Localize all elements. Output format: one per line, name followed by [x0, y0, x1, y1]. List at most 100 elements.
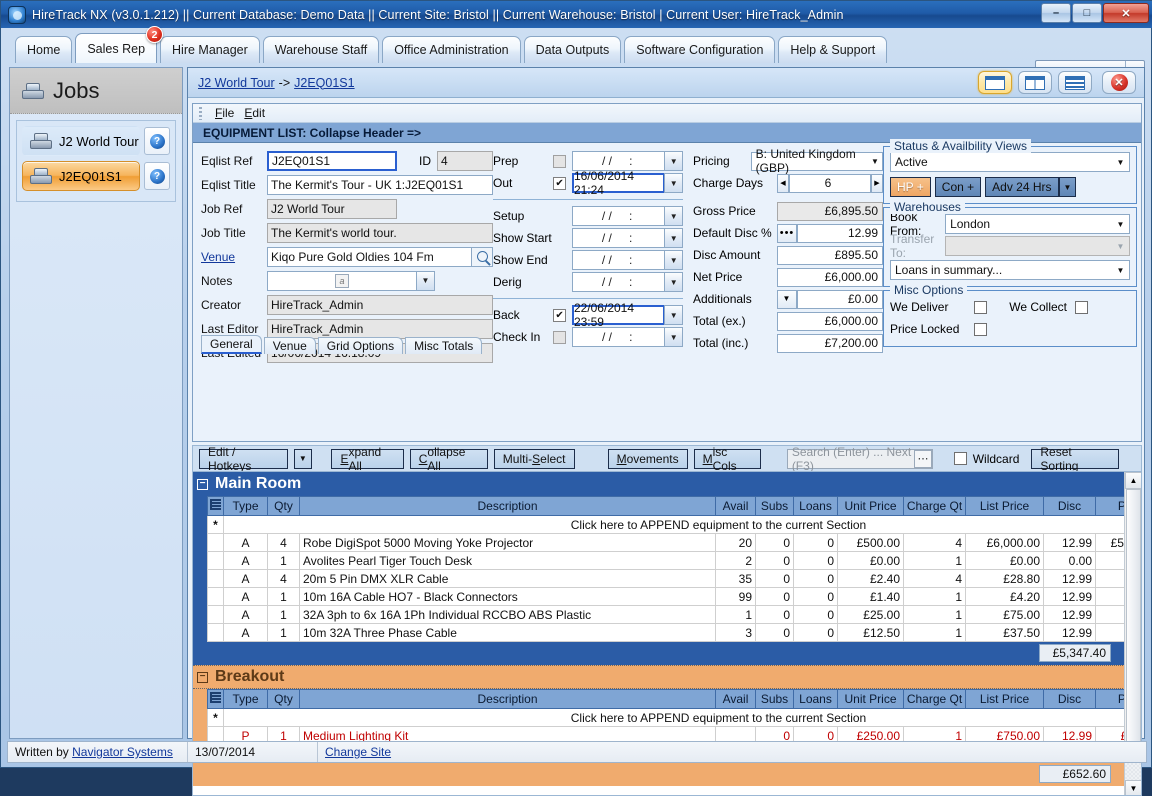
- cell-subs[interactable]: 0: [756, 606, 794, 624]
- ribbon-tab-home[interactable]: Home: [15, 36, 72, 63]
- ribbon-tab-hire-manager[interactable]: Hire Manager: [160, 36, 260, 63]
- cell-type[interactable]: A: [224, 570, 268, 588]
- table-row[interactable]: A132A 3ph to 6x 16A 1Ph Individual RCCBO…: [208, 606, 1143, 624]
- cell-disc[interactable]: 12.99: [1044, 588, 1096, 606]
- cell-description[interactable]: Avolites Pearl Tiger Touch Desk: [300, 552, 716, 570]
- navigator-systems-link[interactable]: Navigator Systems: [72, 745, 173, 759]
- cell-charge-qt[interactable]: 1: [904, 552, 966, 570]
- date-field-setup[interactable]: / /:: [572, 206, 666, 226]
- price-value-additionals[interactable]: £0.00: [797, 290, 883, 309]
- additionals-dropdown[interactable]: ▼: [777, 290, 797, 309]
- table-row[interactable]: A1Avolites Pearl Tiger Touch Desk200£0.0…: [208, 552, 1143, 570]
- cell-avail[interactable]: 2: [716, 552, 756, 570]
- row-selector-header[interactable]: [208, 497, 224, 516]
- cell-description[interactable]: Robe DigiSpot 5000 Moving Yoke Projector: [300, 534, 716, 552]
- date-field-show-start[interactable]: / /:: [572, 228, 666, 248]
- collapse-section-icon[interactable]: −: [197, 672, 208, 683]
- collapse-all-button[interactable]: Collapse All: [410, 449, 488, 469]
- date-field-check-in[interactable]: / /:: [572, 327, 665, 347]
- price-value-total-ex-[interactable]: £6,000.00: [777, 312, 883, 331]
- breadcrumb-current[interactable]: J2EQ01S1: [294, 76, 354, 90]
- price-value-disc-amount[interactable]: £895.50: [777, 246, 883, 265]
- cell-type[interactable]: A: [224, 588, 268, 606]
- scroll-thumb[interactable]: [1126, 489, 1141, 749]
- row-selector[interactable]: [208, 624, 224, 642]
- column-header-subs[interactable]: Subs: [756, 690, 794, 709]
- cell-subs[interactable]: 0: [756, 534, 794, 552]
- sidebar-help-button[interactable]: ?: [144, 162, 170, 190]
- column-header-unit-price[interactable]: Unit Price: [838, 690, 904, 709]
- cell-unit-price[interactable]: £500.00: [838, 534, 904, 552]
- date-picker-dropdown[interactable]: ▼: [664, 151, 683, 171]
- grid-menu-icon[interactable]: [210, 499, 221, 510]
- date-field-back[interactable]: 22/06/2014 23:59: [572, 305, 666, 325]
- date-picker-dropdown[interactable]: ▼: [664, 250, 683, 270]
- cell-list-price[interactable]: £75.00: [966, 606, 1044, 624]
- charge-days-increment[interactable]: ▶: [871, 174, 883, 193]
- cell-type[interactable]: A: [224, 534, 268, 552]
- minimize-button[interactable]: –: [1041, 3, 1071, 23]
- cell-qty[interactable]: 4: [268, 534, 300, 552]
- date-field-prep[interactable]: / /:: [572, 151, 665, 171]
- column-header-subs[interactable]: Subs: [756, 497, 794, 516]
- column-header-charge-qt[interactable]: Charge Qt: [904, 497, 966, 516]
- notes-dropdown[interactable]: ▼: [416, 271, 435, 291]
- cell-avail[interactable]: 3: [716, 624, 756, 642]
- book-from-select[interactable]: London ▼: [945, 214, 1130, 234]
- sidebar-item-j2eq01s1[interactable]: J2EQ01S1: [22, 161, 140, 191]
- column-header-avail[interactable]: Avail: [716, 690, 756, 709]
- cell-subs[interactable]: 0: [756, 624, 794, 642]
- section-header-breakout[interactable]: −Breakout: [193, 665, 1141, 689]
- cell-qty[interactable]: 4: [268, 570, 300, 588]
- cell-avail[interactable]: 1: [716, 606, 756, 624]
- venue-search-button[interactable]: [471, 247, 493, 267]
- section-header-main-room[interactable]: −Main Room: [193, 472, 1141, 496]
- close-window-button[interactable]: ✕: [1103, 3, 1149, 23]
- cell-charge-qt[interactable]: 4: [904, 570, 966, 588]
- form-subtab-misc-totals[interactable]: Misc Totals: [405, 337, 482, 354]
- date-checkbox-back[interactable]: ✔: [553, 309, 566, 322]
- table-row[interactable]: A4Robe DigiSpot 5000 Moving Yoke Project…: [208, 534, 1143, 552]
- maximize-button[interactable]: □: [1072, 3, 1102, 23]
- charge-days-decrement[interactable]: ◀: [777, 174, 789, 193]
- date-picker-dropdown[interactable]: ▼: [664, 228, 683, 248]
- collapse-section-icon[interactable]: −: [197, 479, 208, 490]
- table-row[interactable]: A110m 32A Three Phase Cable300£12.501£37…: [208, 624, 1143, 642]
- row-selector[interactable]: [208, 534, 224, 552]
- cell-unit-price[interactable]: £1.40: [838, 588, 904, 606]
- availability-pill-adv-24-hrs[interactable]: Adv 24 Hrs: [985, 177, 1058, 197]
- cell-disc[interactable]: 12.99: [1044, 570, 1096, 588]
- ribbon-tab-warehouse-staff[interactable]: Warehouse Staff: [263, 36, 379, 63]
- movements-button[interactable]: Movements: [608, 449, 688, 469]
- menu-item-edit[interactable]: Edit: [244, 106, 265, 120]
- cell-charge-qt[interactable]: 4: [904, 534, 966, 552]
- cell-list-price[interactable]: £0.00: [966, 552, 1044, 570]
- column-header-charge-qt[interactable]: Charge Qt: [904, 690, 966, 709]
- search-input[interactable]: Search (Enter) ... Next (F3) ⋯: [787, 449, 933, 469]
- ribbon-tab-software-configuration[interactable]: Software Configuration: [624, 36, 775, 63]
- cell-loans[interactable]: 0: [794, 534, 838, 552]
- field-input-notes[interactable]: a: [267, 271, 417, 291]
- price-locked-checkbox[interactable]: [974, 323, 987, 336]
- chevron-down-icon[interactable]: ▼: [1112, 158, 1129, 167]
- date-picker-dropdown[interactable]: ▼: [664, 206, 683, 226]
- cell-loans[interactable]: 0: [794, 552, 838, 570]
- field-input-eqlist-title[interactable]: The Kermit's Tour - UK 1:J2EQ01S1: [267, 175, 493, 195]
- date-field-show-end[interactable]: / /:: [572, 250, 666, 270]
- edit-hotkeys-dropdown[interactable]: ▼: [294, 449, 312, 469]
- ribbon-tab-help-support[interactable]: Help & Support: [778, 36, 887, 63]
- field-input-venue[interactable]: Kiqo Pure Gold Oldies 104 Fm: [267, 247, 472, 267]
- cell-subs[interactable]: 0: [756, 552, 794, 570]
- date-field-derig[interactable]: / /:: [572, 272, 666, 292]
- charge-days-value[interactable]: 6: [789, 174, 871, 193]
- grid-menu-icon[interactable]: [210, 692, 221, 703]
- column-header-list-price[interactable]: List Price: [966, 497, 1044, 516]
- cell-avail[interactable]: 35: [716, 570, 756, 588]
- column-header-loans[interactable]: Loans: [794, 690, 838, 709]
- cell-loans[interactable]: 0: [794, 624, 838, 642]
- date-field-out[interactable]: 16/06/2014 21:24: [572, 173, 666, 193]
- cell-unit-price[interactable]: £25.00: [838, 606, 904, 624]
- cell-description[interactable]: 32A 3ph to 6x 16A 1Ph Individual RCCBO A…: [300, 606, 716, 624]
- cell-qty[interactable]: 1: [268, 624, 300, 642]
- chevron-down-icon[interactable]: ▼: [868, 157, 882, 166]
